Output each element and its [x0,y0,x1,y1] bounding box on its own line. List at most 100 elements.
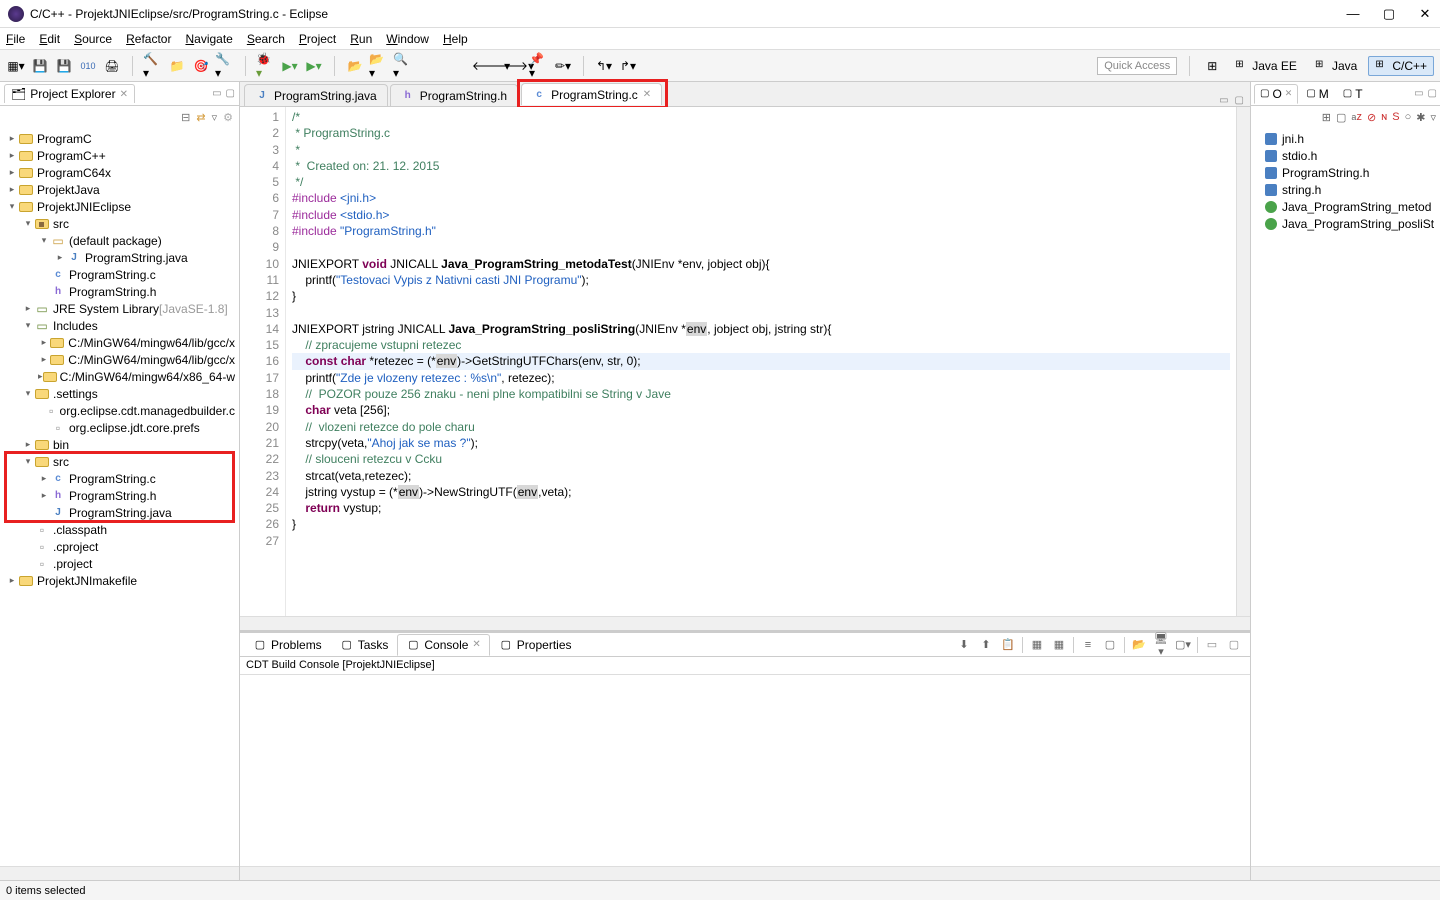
expand-icon[interactable]: ▸ [6,184,18,195]
icon-3[interactable]: ≡ [1080,639,1096,651]
expand-icon[interactable]: ▸ [6,133,18,144]
expand-icon[interactable]: ▸ [6,167,18,178]
tree-item[interactable]: ▫org.eclipse.jdt.core.prefs [0,419,239,436]
min-editor-icon[interactable]: ▭ [1219,95,1228,106]
tree-item[interactable]: ▸JProgramString.java [0,249,239,266]
profile-button[interactable]: ▶▾ [304,56,324,76]
nav-up2[interactable]: ↱▾ [618,56,638,76]
expand-icon[interactable]: ▸ [38,473,50,484]
outline-item[interactable]: stdio.h [1251,147,1440,164]
expand-icon[interactable]: ▸ [22,439,34,450]
close-icon[interactable]: ✕ [472,639,480,650]
expand-icon[interactable]: ▸ [22,303,34,314]
open-console-icon[interactable]: 📂 [1131,638,1147,651]
maximize-view-icon[interactable]: ▢ [226,88,235,99]
target-button[interactable]: 🎯 [191,56,211,76]
expand-icon[interactable]: ▾ [22,456,34,467]
annotate-button[interactable]: ✏▾ [553,56,573,76]
group-icon[interactable]: ○ [1405,111,1412,123]
tree-item[interactable]: ▾▭(default package) [0,232,239,249]
menu-run[interactable]: Run [350,32,372,46]
tree-item[interactable]: ▸C:/MinGW64/mingw64/lib/gcc/x [0,351,239,368]
tree-item[interactable]: hProgramString.h [0,283,239,300]
tree-item[interactable]: ▸ProjektJNImakefile [0,572,239,589]
outline-item[interactable]: Java_ProgramString_metod [1251,198,1440,215]
clear-icon[interactable]: 📋 [1000,638,1016,651]
outline-item[interactable]: Java_ProgramString_posliSt [1251,215,1440,232]
max-icon[interactable]: ▢ [1226,638,1242,651]
tree-item[interactable]: ▸ProjektJava [0,181,239,198]
outline-item[interactable]: string.h [1251,181,1440,198]
tree-item[interactable]: ▸C:/MinGW64/mingw64/x86_64-w [0,368,239,385]
expand-icon[interactable]: ▸ [38,490,50,501]
bottom-tab-problems[interactable]: ▢Problems [244,634,331,656]
tree-item[interactable]: ▾▭Includes [0,317,239,334]
scroll-lock-icon[interactable]: ⬇ [956,638,972,651]
tree-item[interactable]: ▾src [0,215,239,232]
az-icon[interactable]: az [1351,111,1362,123]
perspective-javaee[interactable]: ⊞Java EE [1228,56,1304,76]
run-button[interactable]: ▶▾ [280,56,300,76]
outline-item[interactable]: ProgramString.h [1251,164,1440,181]
outline-tab-O[interactable]: ▢O ✕ [1254,84,1298,104]
tree-item[interactable]: ▾src [6,453,233,470]
max-editor-icon[interactable]: ▢ [1235,95,1244,106]
max-outline-icon[interactable]: ▢ [1428,88,1437,99]
menu-project[interactable]: Project [299,32,336,46]
maximize-button[interactable]: ▢ [1382,7,1396,21]
hide-nonpublic-icon[interactable]: S [1392,111,1399,123]
menu-file[interactable]: File [6,32,25,46]
debug-button[interactable]: 🐞▾ [256,56,276,76]
perspective-button[interactable]: ⊞ [1202,56,1222,76]
sort-icon[interactable]: ⊞ [1322,111,1331,124]
tree-item[interactable]: ▫org.eclipse.cdt.managedbuilder.c [0,402,239,419]
outline-item[interactable]: jni.h [1251,130,1440,147]
open-project-button[interactable]: 📂 [345,56,365,76]
expand-icon[interactable]: ▾ [22,218,34,229]
tree-item[interactable]: ▸bin [0,436,239,453]
tree-item[interactable]: JProgramString.java [6,504,233,521]
outline-list[interactable]: jni.hstdio.hProgramString.hstring.hJava_… [1251,128,1440,866]
open-type-button[interactable]: 📂▾ [369,56,389,76]
filter-icon[interactable]: ▢ [1336,111,1346,124]
close-icon[interactable]: ✕ [643,89,651,100]
chevron-icon[interactable]: ▿ [1430,111,1436,124]
hide-fields-icon[interactable]: ⊘ [1367,111,1376,124]
expand-icon[interactable]: ▸ [6,575,18,586]
bottom-tab-console[interactable]: ▢Console ✕ [397,634,489,656]
tree-item[interactable]: ▸ProgramC64x [0,164,239,181]
minimize-button[interactable]: — [1346,7,1360,21]
outline-tab-M[interactable]: ▢M [1300,84,1334,104]
hide-static-icon[interactable]: ɴ [1381,111,1387,123]
menu-navigate[interactable]: Navigate [185,32,232,46]
tree-item[interactable]: ▸hProgramString.h [6,487,233,504]
menu-refactor[interactable]: Refactor [126,32,171,46]
expand-icon[interactable]: ▸ [38,337,50,348]
expand-icon[interactable]: ▾ [6,201,18,212]
menu-edit[interactable]: Edit [39,32,60,46]
binary-button[interactable]: 010 [78,56,98,76]
tree-item[interactable]: ▸ProgramC++ [0,147,239,164]
save-all-button[interactable]: 💾 [54,56,74,76]
tree-item[interactable]: cProgramString.c [0,266,239,283]
expand-icon[interactable]: ▸ [54,252,66,263]
tree-item[interactable]: ▫.cproject [0,538,239,555]
print-button[interactable]: 🖨 [102,56,122,76]
pin-button[interactable]: 📌▾ [529,56,549,76]
quick-access[interactable]: Quick Access [1097,57,1177,75]
perspective-java[interactable]: ⊞Java [1308,56,1364,76]
close-button[interactable]: ✕ [1418,7,1432,21]
min-outline-icon[interactable]: ▭ [1414,88,1423,99]
icon-4[interactable]: ▢ [1102,638,1118,651]
gear-icon[interactable]: ⚙ [223,111,233,124]
editor-tab[interactable]: JProgramString.java [244,84,388,106]
tree-item[interactable]: ▫.project [0,555,239,572]
build-button[interactable]: 🔨▾ [143,56,163,76]
tree-item[interactable]: ▾ProjektJNIEclipse [0,198,239,215]
menu-window[interactable]: Window [386,32,429,46]
editor-tab[interactable]: hProgramString.h [390,84,518,106]
nav-up1[interactable]: ↰▾ [594,56,614,76]
code-editor[interactable]: /* * ProgramString.c * * Created on: 21.… [286,107,1236,616]
build-all-button[interactable]: 📁 [167,56,187,76]
min-icon[interactable]: ▭ [1204,638,1220,651]
